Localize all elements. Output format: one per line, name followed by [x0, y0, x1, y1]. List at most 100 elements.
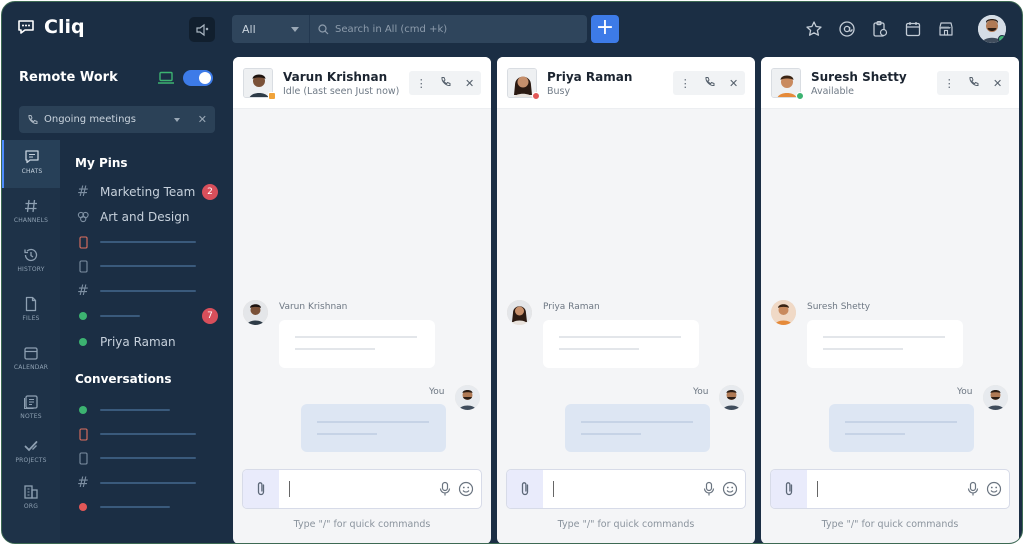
add-button[interactable]: + [591, 15, 619, 43]
conversation-item[interactable] [76, 450, 226, 466]
conversation-item[interactable] [76, 499, 226, 515]
contact-name: Varun Krishnan [283, 70, 388, 84]
mute-button[interactable] [189, 17, 215, 42]
conversation-item[interactable] [76, 402, 226, 418]
more-options-icon[interactable]: ⋮ [944, 77, 955, 90]
rail-item-files[interactable]: FILES [2, 296, 60, 322]
close-chat-icon[interactable]: ✕ [729, 77, 738, 90]
my-avatar [719, 385, 744, 410]
pin-label: Marketing Team [100, 185, 196, 199]
chat-header: Suresh Shetty Available ⋮ ✕ [761, 57, 1019, 109]
workspace-name[interactable]: Remote Work [19, 70, 118, 85]
search-scope-dropdown[interactable]: All [232, 15, 310, 43]
incoming-message-bubble[interactable] [279, 320, 435, 368]
message-composer[interactable] [242, 469, 482, 509]
chat-panel-varun-krishnan: Varun Krishnan Idle (Last seen Just now)… [233, 57, 491, 543]
rail-item-org[interactable]: ORG [2, 484, 60, 510]
chat-icon [25, 150, 39, 164]
app-logo: Cliq [16, 16, 85, 38]
contact-status: Available [811, 86, 855, 97]
pin-item-5[interactable]: # [76, 283, 226, 299]
search-icon [318, 23, 329, 34]
more-options-icon[interactable]: ⋮ [680, 77, 691, 90]
attach-icon[interactable] [507, 470, 543, 508]
pin-item-3[interactable] [76, 234, 226, 250]
device-icon [76, 259, 90, 273]
close-chat-icon[interactable]: ✕ [993, 77, 1002, 90]
reminder-icon[interactable] [870, 19, 890, 39]
redacted-label [100, 315, 140, 317]
pin-item-priya-raman[interactable]: Priya Raman [76, 334, 226, 350]
device-icon [76, 427, 90, 441]
my-avatar [983, 385, 1008, 410]
app-name: Cliq [44, 16, 85, 38]
conversation-item[interactable]: # [76, 475, 226, 491]
call-icon[interactable] [968, 76, 979, 90]
store-icon[interactable] [936, 19, 956, 39]
sender-avatar [771, 300, 796, 325]
hash-icon: # [77, 475, 89, 491]
rail-item-chats[interactable]: CHATS [2, 140, 60, 188]
microphone-icon[interactable] [967, 481, 979, 501]
message-composer[interactable] [770, 469, 1010, 509]
chevron-down-icon [173, 117, 180, 122]
ongoing-meetings-dropdown[interactable]: Ongoing meetings ✕ [19, 106, 215, 133]
contact-name: Priya Raman [547, 70, 633, 84]
text-cursor [553, 481, 554, 497]
rail-item-history[interactable]: HISTORY [2, 247, 60, 273]
outgoing-message-bubble[interactable] [565, 404, 710, 452]
pin-label: Priya Raman [100, 335, 176, 349]
emoji-icon[interactable] [722, 481, 738, 501]
quick-commands-hint: Type "/" for quick commands [821, 519, 959, 530]
call-icon[interactable] [704, 76, 715, 90]
call-icon[interactable] [440, 76, 451, 90]
close-icon[interactable]: ✕ [198, 113, 207, 126]
incoming-message-bubble[interactable] [543, 320, 699, 368]
search-input[interactable]: Search in All (cmd +k) [310, 24, 587, 35]
attach-icon[interactable] [243, 470, 279, 508]
calendar-icon[interactable] [903, 19, 923, 39]
user-avatar[interactable] [978, 15, 1006, 43]
device-icon [76, 451, 90, 465]
search-scope-value: All [242, 22, 256, 36]
rail-item-calendar[interactable]: CALENDAR [2, 345, 60, 371]
top-icons [804, 19, 956, 39]
rail-item-projects[interactable]: PROJECTS [2, 438, 60, 464]
emoji-icon[interactable] [458, 481, 474, 501]
speaker-icon [196, 23, 209, 36]
workspace-toggle[interactable] [183, 70, 213, 86]
message-composer[interactable] [506, 469, 746, 509]
more-options-icon[interactable]: ⋮ [416, 77, 427, 90]
pin-item-art-and-design[interactable]: Art and Design [76, 209, 226, 225]
idle-status-icon [268, 92, 276, 100]
pin-label: Art and Design [100, 210, 190, 224]
rail-item-notes[interactable]: NOTES [2, 394, 60, 420]
microphone-icon[interactable] [703, 481, 715, 501]
my-pins-heading: My Pins [75, 156, 128, 170]
close-chat-icon[interactable]: ✕ [465, 77, 474, 90]
projects-icon [24, 441, 38, 452]
busy-status-dot [532, 92, 540, 100]
conversation-item[interactable] [76, 426, 226, 442]
emoji-icon[interactable] [986, 481, 1002, 501]
incoming-message-bubble[interactable] [807, 320, 963, 368]
sender-avatar [243, 300, 268, 325]
redacted-label [100, 241, 196, 243]
unread-badge: 7 [202, 308, 218, 324]
outgoing-message-bubble[interactable] [829, 404, 974, 452]
chevron-down-icon [291, 26, 299, 32]
outgoing-message-bubble[interactable] [301, 404, 446, 452]
online-status-dot [998, 35, 1006, 43]
org-icon [24, 485, 38, 499]
top-bar: Cliq All Search in All (cmd +k) + [2, 2, 1022, 56]
microphone-icon[interactable] [439, 481, 451, 501]
unread-badge: 2 [202, 184, 218, 200]
sender-name: Priya Raman [543, 302, 600, 312]
chat-actions: ⋮ ✕ [409, 71, 481, 95]
attach-icon[interactable] [771, 470, 807, 508]
pin-item-4[interactable] [76, 258, 226, 274]
rail-item-channels[interactable]: CHANNELS [2, 198, 60, 224]
star-icon[interactable] [804, 19, 824, 39]
laptop-icon[interactable] [157, 71, 175, 85]
mention-icon[interactable] [837, 19, 857, 39]
